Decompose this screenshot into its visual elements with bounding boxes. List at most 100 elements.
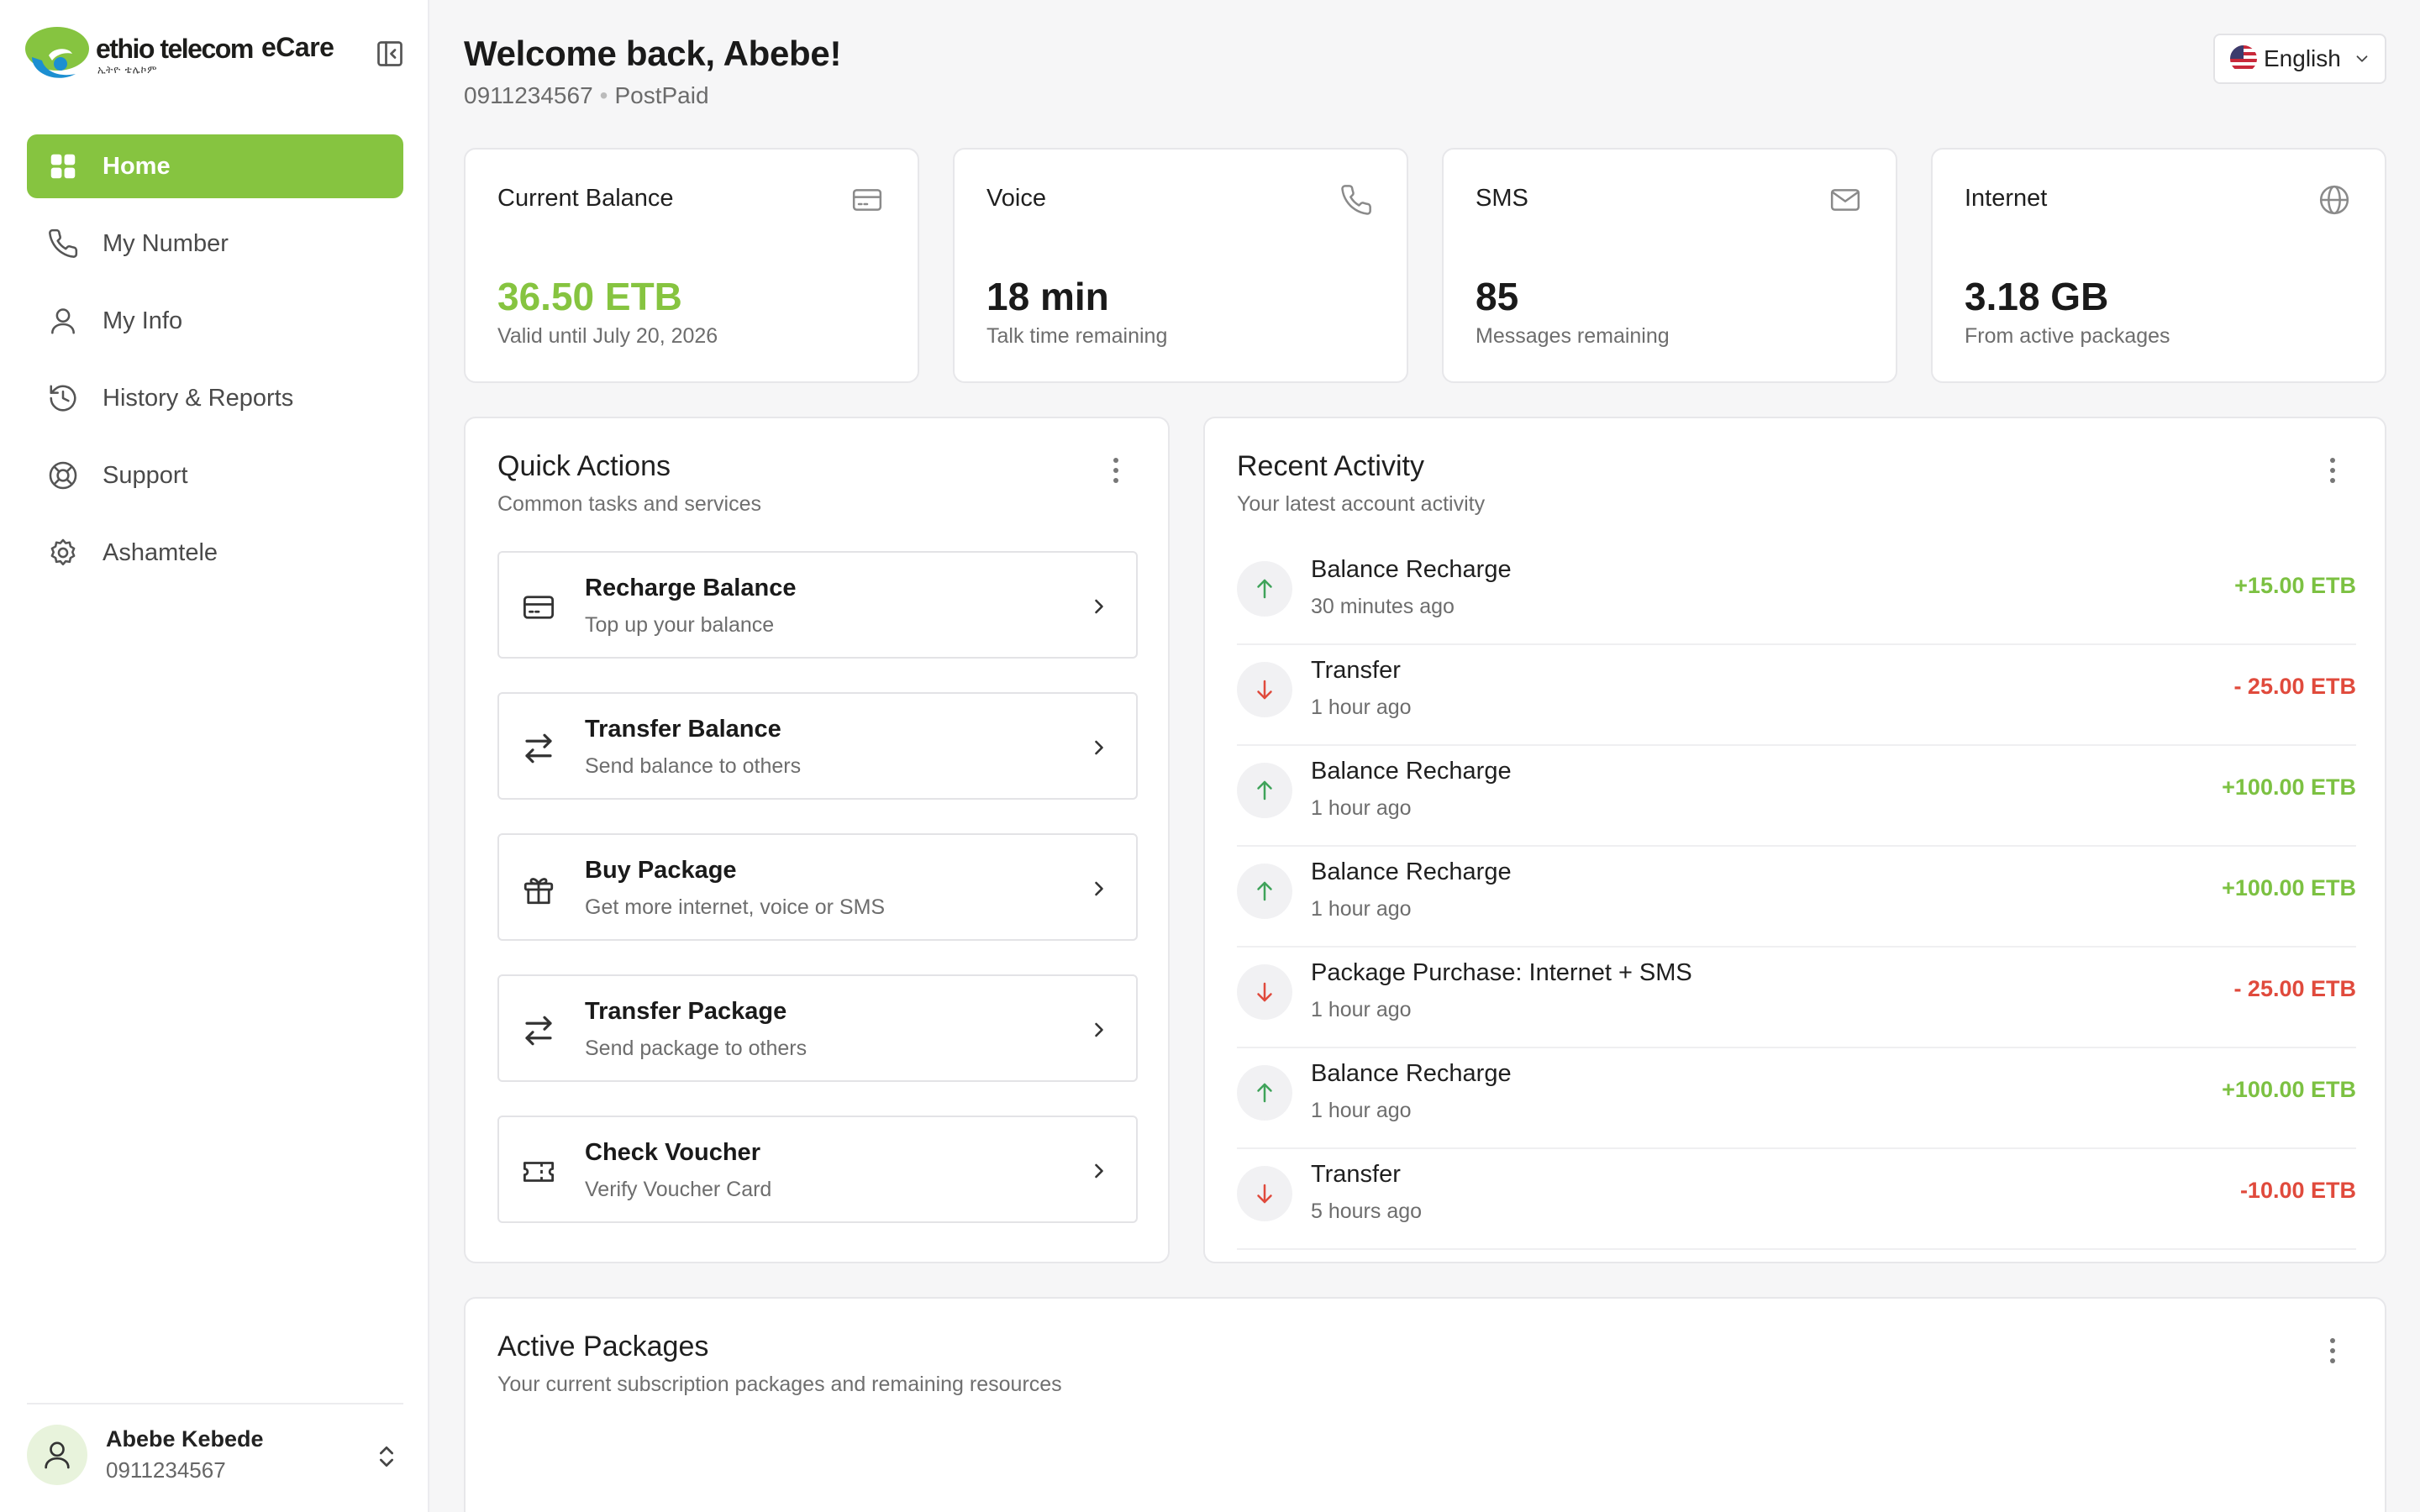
action-title: Transfer Package bbox=[585, 998, 787, 1025]
activity-title: Balance Recharge bbox=[1311, 1060, 1512, 1087]
separator-dot: • bbox=[599, 82, 608, 108]
panel-subtitle: Your latest account activity bbox=[1237, 492, 1486, 516]
chevron-right-icon bbox=[1087, 736, 1111, 759]
activity-row: Balance Recharge 30 minutes ago +15.00 E… bbox=[1237, 544, 2356, 645]
sidebar-item-my-number[interactable]: My Number bbox=[27, 212, 403, 276]
sidebar-item-label: My Info bbox=[103, 307, 183, 334]
avatar bbox=[27, 1425, 87, 1485]
activity-title: Balance Recharge bbox=[1311, 858, 1512, 885]
activity-amount: -10.00 ETB bbox=[2239, 1178, 2356, 1203]
sidebar-item-label: Home bbox=[103, 152, 171, 180]
more-vertical-icon[interactable] bbox=[1104, 455, 1128, 486]
stat-desc: Messages remaining bbox=[1476, 324, 1670, 348]
activity-amount: - 25.00 ETB bbox=[2233, 674, 2356, 699]
voice-card: Voice 18 min Talk time remaining bbox=[953, 148, 1408, 383]
recharge-balance-action[interactable]: Recharge Balance Top up your balance bbox=[497, 551, 1138, 659]
action-subtitle: Get more internet, voice or SMS bbox=[585, 895, 886, 919]
us-flag-icon bbox=[2230, 45, 2257, 72]
sidebar-item-support[interactable]: Support bbox=[27, 444, 403, 507]
sidebar-toggle-icon[interactable] bbox=[375, 39, 405, 69]
activity-row: Transfer 1 hour ago - 25.00 ETB bbox=[1237, 645, 2356, 746]
activity-time: 1 hour ago bbox=[1311, 696, 1412, 719]
sidebar-item-label: Ashamtele bbox=[103, 538, 218, 566]
more-vertical-icon[interactable] bbox=[2321, 1336, 2344, 1366]
user-icon bbox=[45, 1441, 70, 1469]
stat-value: 85 bbox=[1476, 275, 1519, 318]
transfer-icon bbox=[521, 1013, 556, 1048]
activity-amount: - 25.00 ETB bbox=[2233, 976, 2356, 1001]
action-subtitle: Send package to others bbox=[585, 1037, 808, 1060]
stat-desc: From active packages bbox=[1965, 324, 2170, 348]
active-packages-panel: Active Packages Your current subscriptio… bbox=[464, 1297, 2386, 1512]
activity-row: Package Purchase: Internet + SMS 1 hour … bbox=[1237, 948, 2356, 1048]
activity-title: Balance Recharge bbox=[1311, 556, 1512, 583]
internet-card: Internet 3.18 GB From active packages bbox=[1931, 148, 2386, 383]
sidebar-item-history-reports[interactable]: History & Reports bbox=[27, 366, 403, 430]
activity-amount: +100.00 ETB bbox=[2222, 875, 2356, 900]
sms-card: SMS 85 Messages remaining bbox=[1442, 148, 1897, 383]
activity-time: 1 hour ago bbox=[1311, 897, 1412, 921]
user-profile-menu[interactable]: Abebe Kebede 0911234567 bbox=[27, 1403, 403, 1487]
sidebar-nav: Home My Number My Info History & Reports… bbox=[27, 134, 403, 598]
activity-title: Transfer bbox=[1311, 657, 1401, 684]
action-subtitle: Top up your balance bbox=[585, 613, 775, 637]
chevron-right-icon bbox=[1087, 1018, 1111, 1042]
activity-row: Transfer 5 hours ago -10.00 ETB bbox=[1237, 1149, 2356, 1250]
panel-title: Active Packages bbox=[497, 1331, 709, 1362]
sidebar-item-label: Support bbox=[103, 461, 188, 489]
panel-subtitle: Your current subscription packages and r… bbox=[497, 1373, 1062, 1396]
brand-subtitle: ኢትዮ ቴሌኮም bbox=[97, 64, 158, 76]
balance-card: Current Balance 36.50 ETB Valid until Ju… bbox=[464, 148, 919, 383]
ticket-icon bbox=[521, 1154, 556, 1189]
activity-time: 1 hour ago bbox=[1311, 1099, 1412, 1122]
gift-icon bbox=[521, 872, 556, 907]
action-title: Recharge Balance bbox=[585, 575, 797, 601]
chevron-right-icon bbox=[1087, 595, 1111, 618]
grid-icon bbox=[47, 150, 79, 182]
account-plan: PostPaid bbox=[614, 82, 709, 108]
brand-name: ethio telecom bbox=[96, 34, 254, 64]
page-title: Welcome back, Abebe! bbox=[464, 34, 842, 73]
chevron-down-icon bbox=[2353, 50, 2371, 68]
account-summary: 0911234567 • PostPaid bbox=[464, 82, 709, 109]
stat-label: Voice bbox=[986, 185, 1046, 212]
arrow-up-icon bbox=[1237, 763, 1292, 818]
transfer-balance-action[interactable]: Transfer Balance Send balance to others bbox=[497, 692, 1138, 800]
product-name: eCare bbox=[261, 32, 334, 62]
arrow-down-icon bbox=[1237, 964, 1292, 1020]
activity-row: Balance Recharge 1 hour ago +100.00 ETB bbox=[1237, 1048, 2356, 1149]
phone-icon bbox=[1339, 183, 1373, 217]
activity-title: Transfer bbox=[1311, 1161, 1401, 1188]
sidebar-item-ashamtele[interactable]: Ashamtele bbox=[27, 521, 403, 585]
action-subtitle: Verify Voucher Card bbox=[585, 1178, 772, 1201]
stat-label: SMS bbox=[1476, 185, 1528, 212]
more-vertical-icon[interactable] bbox=[2321, 455, 2344, 486]
arrow-up-icon bbox=[1237, 561, 1292, 617]
action-title: Buy Package bbox=[585, 857, 737, 884]
gear-icon bbox=[47, 537, 79, 569]
brand-logo[interactable]: ethio telecom ኢትዮ ቴሌኮም eCare bbox=[24, 22, 334, 89]
language-select[interactable]: English bbox=[2213, 34, 2386, 84]
chevrons-up-down-icon[interactable] bbox=[373, 1443, 400, 1470]
panel-subtitle: Common tasks and services bbox=[497, 492, 762, 516]
phone-icon bbox=[47, 228, 79, 260]
sidebar-item-label: History & Reports bbox=[103, 384, 294, 412]
mail-icon bbox=[1828, 183, 1862, 217]
ethio-telecom-logo-icon bbox=[25, 27, 89, 78]
activity-title: Package Purchase: Internet + SMS bbox=[1311, 959, 1692, 986]
arrow-up-icon bbox=[1237, 1065, 1292, 1121]
transfer-package-action[interactable]: Transfer Package Send package to others bbox=[497, 974, 1138, 1082]
buy-package-action[interactable]: Buy Package Get more internet, voice or … bbox=[497, 833, 1138, 941]
stat-desc: Valid until July 20, 2026 bbox=[497, 324, 718, 348]
panel-title: Quick Actions bbox=[497, 450, 671, 482]
sidebar-item-home[interactable]: Home bbox=[27, 134, 403, 198]
globe-icon bbox=[2317, 183, 2351, 217]
activity-row: Balance Recharge 1 hour ago +100.00 ETB bbox=[1237, 746, 2356, 847]
arrow-down-icon bbox=[1237, 1166, 1292, 1221]
card-icon bbox=[521, 590, 556, 625]
transfer-icon bbox=[521, 731, 556, 766]
sidebar-item-label: My Number bbox=[103, 229, 229, 257]
sidebar-item-my-info[interactable]: My Info bbox=[27, 289, 403, 353]
user-icon bbox=[47, 305, 79, 337]
check-voucher-action[interactable]: Check Voucher Verify Voucher Card bbox=[497, 1116, 1138, 1223]
